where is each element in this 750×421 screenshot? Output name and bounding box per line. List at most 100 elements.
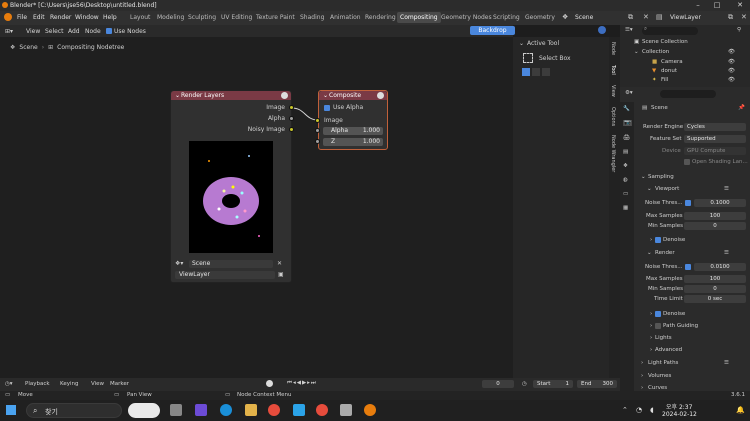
sampling-header[interactable]: Sampling — [648, 174, 674, 180]
clock-icon[interactable]: ◷ — [522, 381, 527, 387]
render-icon[interactable] — [377, 92, 384, 99]
outliner-item-fill[interactable]: Fill — [661, 77, 668, 83]
z-input-socket[interactable] — [315, 139, 320, 144]
use-alpha-checkbox[interactable] — [324, 104, 330, 111]
view-menu[interactable]: View — [91, 381, 104, 387]
render-tab-icon[interactable]: 📷 — [623, 120, 632, 126]
render-noise-checkbox[interactable] — [685, 264, 691, 270]
tab-options[interactable]: Options — [610, 107, 616, 126]
render-engine-dropdown[interactable]: Cycles — [684, 123, 746, 131]
chrome-icon[interactable] — [268, 404, 280, 416]
output-tab-icon[interactable]: 🖨 — [623, 135, 630, 141]
record-button[interactable] — [266, 380, 273, 387]
visibility-toggle-icon[interactable]: 👁 — [728, 68, 735, 74]
maximize-button[interactable]: □ — [712, 1, 722, 10]
lights-expand-icon[interactable]: › — [650, 335, 652, 341]
select-box-icon[interactable] — [523, 53, 533, 63]
viewport-header[interactable]: Viewport — [655, 186, 679, 192]
alpha-input-socket[interactable] — [315, 128, 320, 133]
render-denoise-checkbox[interactable] — [655, 311, 661, 317]
copy-viewlayer-icon[interactable]: ⧉ — [728, 13, 733, 22]
timeline-editor-icon[interactable]: ◷▾ — [5, 381, 13, 387]
z-input-field[interactable]: Z 1.000 — [323, 138, 383, 146]
viewport-noise-checkbox[interactable] — [685, 200, 691, 206]
path-guiding-checkbox[interactable] — [655, 323, 661, 329]
outliner-search-input[interactable] — [642, 27, 698, 35]
advanced-expand-icon[interactable]: › — [650, 347, 652, 353]
windows-start-icon[interactable] — [6, 405, 16, 415]
denoise-expand-icon[interactable]: › — [650, 311, 652, 317]
current-frame-field[interactable]: 0 — [482, 380, 514, 388]
select-mode-subtract-icon[interactable] — [542, 68, 550, 76]
delete-viewlayer-icon[interactable]: ✕ — [741, 13, 747, 21]
visibility-toggle-icon[interactable]: 👁 — [728, 59, 735, 65]
time-limit-field[interactable]: 0 sec — [684, 295, 746, 303]
panel-collapse-icon[interactable]: ⌄ — [519, 40, 524, 47]
node-layer-dropdown[interactable]: ViewLayer — [175, 270, 275, 279]
composite-header[interactable]: ⌄ Composite — [319, 91, 387, 100]
collection-label[interactable]: Collection — [642, 49, 669, 55]
clock-date[interactable]: 2024-02-12 — [662, 411, 697, 418]
outliner-item-camera[interactable]: Camera — [661, 59, 683, 65]
viewlayer-selector[interactable]: ViewLayer — [670, 14, 701, 21]
render-layers-node[interactable]: ⌄ Render Layers Image Alpha Noisy Image … — [170, 90, 292, 283]
chrome-icon[interactable] — [316, 404, 328, 416]
presets-icon[interactable]: ☰ — [724, 186, 729, 192]
volumes-header[interactable]: Volumes — [648, 373, 671, 379]
alpha-output-socket[interactable] — [289, 116, 294, 121]
pin-icon[interactable]: 📌 — [738, 105, 745, 111]
render-layer-icon[interactable]: ▣ — [278, 271, 284, 278]
outliner-editor-icon[interactable]: ☰▾ — [625, 27, 633, 33]
light-paths-header[interactable]: Light Paths — [648, 360, 678, 366]
start-frame-field[interactable]: Start 1 — [533, 380, 573, 388]
select-mode-extend-icon[interactable] — [532, 68, 540, 76]
render-expand-icon[interactable]: ⌄ — [647, 250, 652, 256]
scene-collection-label[interactable]: Scene Collection — [642, 39, 688, 45]
texture-tab-icon[interactable]: ▦ — [623, 205, 628, 211]
scene-selector[interactable]: Scene — [575, 14, 593, 21]
volume-icon[interactable]: ◖ — [650, 406, 654, 414]
osl-checkbox[interactable] — [684, 159, 690, 165]
collection-tab-icon[interactable]: ▭ — [623, 191, 628, 197]
delete-scene-icon[interactable]: ✕ — [643, 13, 649, 21]
render-icon[interactable] — [281, 92, 288, 99]
select-mode-set-icon[interactable] — [522, 68, 530, 76]
scene-browse-icon[interactable]: ❖▾ — [175, 260, 189, 267]
copy-scene-icon[interactable]: ⧉ — [628, 13, 633, 22]
outliner-item-donut[interactable]: donut — [661, 68, 677, 74]
presets-icon[interactable]: ☰ — [724, 360, 729, 366]
render-noise-field[interactable]: 0.0100 — [694, 263, 746, 271]
lights-header[interactable]: Lights — [655, 335, 672, 341]
render-layers-header[interactable]: ⌄ Render Layers — [171, 91, 291, 100]
viewport-max-field[interactable]: 100 — [684, 212, 746, 220]
viewport-min-field[interactable]: 0 — [684, 222, 746, 230]
unlink-scene-icon[interactable]: ✕ — [277, 260, 282, 267]
edge-icon[interactable] — [220, 404, 232, 416]
tab-node[interactable]: Node — [610, 42, 616, 55]
denoise-expand-icon[interactable]: › — [650, 237, 652, 243]
sampling-expand-icon[interactable]: ⌄ — [641, 174, 646, 180]
collection-expand-icon[interactable]: ⌄ — [634, 49, 639, 55]
collapse-icon[interactable]: ⌄ — [175, 91, 180, 100]
minimize-button[interactable]: – — [693, 1, 703, 10]
tool-tab-icon[interactable]: 🔧 — [623, 106, 630, 112]
image-output-socket[interactable] — [289, 105, 294, 110]
feature-set-dropdown[interactable]: Supported — [684, 135, 746, 143]
volumes-expand-icon[interactable]: › — [641, 373, 643, 379]
node-scene-field[interactable]: Scene — [189, 259, 273, 268]
playback-menu[interactable]: Playback — [25, 381, 50, 387]
light-paths-expand-icon[interactable]: › — [641, 360, 643, 366]
blender-taskbar-icon[interactable] — [364, 404, 376, 416]
path-guiding-expand-icon[interactable]: › — [650, 323, 652, 329]
viewport-expand-icon[interactable]: ⌄ — [647, 186, 652, 192]
tab-tool[interactable]: Tool — [610, 65, 616, 75]
visibility-toggle-icon[interactable]: 👁 — [728, 77, 735, 83]
task-view-icon[interactable] — [170, 404, 182, 416]
properties-editor-icon[interactable]: ⚙▾ — [625, 90, 633, 96]
tab-geometry[interactable]: Geometry — [525, 14, 555, 21]
playback-controls[interactable]: ⏮◂◀▶▸⏭ — [287, 380, 317, 387]
taskbar-search-box[interactable]: ⌕ 찾기 — [26, 403, 122, 418]
scene-tab-icon[interactable]: ❖ — [623, 163, 628, 169]
visibility-toggle-icon[interactable]: 👁 — [728, 49, 735, 55]
notification-icon[interactable]: 🔔 — [736, 406, 745, 414]
